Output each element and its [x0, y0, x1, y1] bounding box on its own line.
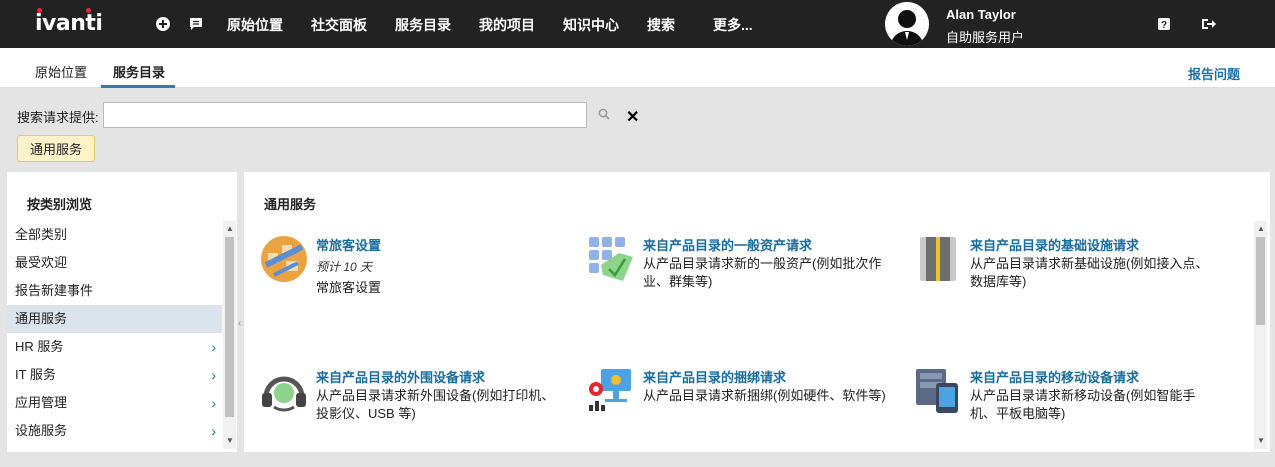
help-icon[interactable]: ? — [1154, 14, 1174, 34]
chevron-right-icon: › — [211, 395, 216, 411]
scroll-up-arrow[interactable]: ▲ — [1257, 224, 1265, 233]
ivanti-logo[interactable]: ivanti — [35, 8, 103, 36]
service-description: 从产品目录请求新外围设备(例如打印机、投影仪、USB 等) — [316, 388, 555, 421]
mobile-devices-icon — [914, 367, 964, 417]
service-description: 从产品目录请求新基础设施(例如接入点、数据库等) — [970, 256, 1209, 289]
services-panel: 通用服务 常旅客设置 预计 10 天 常旅客设置 来自产品目录的一般资产请求 从… — [244, 172, 1270, 452]
nav-search[interactable]: 搜索 — [647, 15, 675, 35]
category-all[interactable]: 全部类别 — [7, 221, 222, 249]
service-title[interactable]: 常旅客设置 — [316, 235, 381, 254]
main-scroll-thumb[interactable] — [1256, 237, 1265, 325]
service-card-general-asset-request[interactable]: 来自产品目录的一般资产请求 从产品目录请求新的一般资产(例如批次作业、群集等) — [587, 235, 907, 335]
tab-bar: 原始位置 服务目录 报告问题 — [0, 48, 1275, 88]
category-sidebar: 按类别浏览 全部类别 最受欢迎 报告新建事件 通用服务 HR 服务 › IT 服务… — [7, 172, 237, 452]
sidebar-scrollbar[interactable]: ▲ ▼ — [223, 221, 236, 449]
service-card-mobile-device-request[interactable]: 来自产品目录的移动设备请求 从产品目录请求新移动设备(例如智能手机、平板电脑等) — [914, 367, 1234, 467]
clear-search-icon[interactable]: ✕ — [626, 107, 639, 127]
category-it-services[interactable]: IT 服务 › — [7, 361, 222, 389]
service-title[interactable]: 来自产品目录的一般资产请求 — [643, 235, 812, 254]
service-card-frequent-traveler[interactable]: 常旅客设置 预计 10 天 常旅客设置 — [260, 235, 580, 335]
chevron-right-icon: › — [211, 367, 216, 383]
headset-icon — [260, 367, 310, 417]
bundle-monitor-icon — [587, 367, 637, 417]
category-label: 最受欢迎 — [15, 255, 68, 270]
service-description: 从产品目录请求新捆绑(例如硬件、软件等) — [643, 388, 886, 403]
scroll-down-arrow[interactable]: ▼ — [226, 436, 234, 445]
tab-home[interactable]: 原始位置 — [35, 62, 87, 81]
service-title[interactable]: 来自产品目录的移动设备请求 — [970, 367, 1139, 386]
service-card-peripheral-request[interactable]: 来自产品目录的外围设备请求 从产品目录请求新外围设备(例如打印机、投影仪、USB… — [260, 367, 580, 467]
service-card-bundle-request[interactable]: 来自产品目录的捆绑请求 从产品目录请求新捆绑(例如硬件、软件等) — [587, 367, 907, 467]
search-input[interactable] — [103, 102, 587, 128]
category-label: 设施服务 — [15, 423, 68, 438]
filter-chip-general-services[interactable]: 通用服务 — [17, 135, 95, 162]
globe-icon — [260, 235, 310, 285]
scroll-down-arrow[interactable]: ▼ — [1257, 436, 1265, 445]
service-description: 从产品目录请求新移动设备(例如智能手机、平板电脑等) — [970, 388, 1196, 421]
nav-my-items[interactable]: 我的项目 — [479, 15, 535, 35]
road-icon — [914, 235, 964, 285]
category-label: IT 服务 — [15, 367, 56, 382]
service-description: 常旅客设置 — [316, 280, 382, 295]
asset-grid-icon — [587, 235, 637, 285]
logo-text: ivanti — [35, 11, 103, 36]
nav-social-board[interactable]: 社交面板 — [311, 15, 367, 35]
category-label: 通用服务 — [15, 311, 68, 326]
category-general-services[interactable]: 通用服务 — [7, 305, 222, 333]
search-label: 搜索请求提供: — [17, 110, 99, 125]
sidebar-title: 按类别浏览 — [27, 197, 93, 212]
category-app-management[interactable]: 应用管理 › — [7, 389, 222, 417]
logout-icon[interactable] — [1199, 14, 1219, 34]
user-name: Alan Taylor — [946, 7, 1016, 22]
nav-service-catalog[interactable]: 服务目录 — [395, 15, 451, 35]
nav-knowledge-center[interactable]: 知识中心 — [563, 15, 619, 35]
nav-home[interactable]: 原始位置 — [227, 15, 283, 35]
service-title[interactable]: 来自产品目录的外围设备请求 — [316, 367, 485, 386]
category-report-incident[interactable]: 报告新建事件 — [7, 277, 222, 305]
service-title[interactable]: 来自产品目录的基础设施请求 — [970, 235, 1139, 254]
category-label: 应用管理 — [15, 395, 68, 410]
chevron-right-icon: › — [211, 423, 216, 439]
top-navigation-bar: ivanti 原始位置 社交面板 服务目录 我的项目 知识中心 搜索 更多...… — [0, 0, 1275, 48]
service-card-infrastructure-request[interactable]: 来自产品目录的基础设施请求 从产品目录请求新基础设施(例如接入点、数据库等) — [914, 235, 1234, 335]
tab-service-catalog[interactable]: 服务目录 — [113, 62, 165, 81]
search-icon[interactable] — [598, 108, 610, 123]
service-description: 从产品目录请求新的一般资产(例如批次作业、群集等) — [643, 256, 882, 289]
category-most-popular[interactable]: 最受欢迎 — [7, 249, 222, 277]
main-scrollbar[interactable]: ▲ ▼ — [1254, 221, 1267, 449]
sidebar-scroll-thumb[interactable] — [225, 237, 234, 417]
svg-text:?: ? — [1161, 20, 1167, 31]
user-avatar[interactable] — [885, 2, 929, 46]
collapse-sidebar-handle[interactable]: ‹ — [238, 318, 241, 329]
user-role: 自助服务用户 — [946, 30, 1025, 45]
category-label: 报告新建事件 — [15, 283, 94, 298]
service-estimate: 预计 10 天 — [316, 260, 373, 274]
chevron-right-icon: › — [211, 339, 216, 355]
add-icon[interactable] — [153, 14, 173, 34]
chat-icon[interactable] — [186, 14, 206, 34]
nav-more[interactable]: 更多... — [713, 15, 753, 35]
report-issue-link[interactable]: 报告问题 — [1188, 64, 1240, 83]
scroll-up-arrow[interactable]: ▲ — [226, 224, 234, 233]
active-tab-indicator — [101, 85, 175, 88]
section-title: 通用服务 — [264, 197, 317, 212]
category-label: 全部类别 — [15, 227, 68, 242]
category-label: HR 服务 — [15, 339, 64, 354]
category-hr-services[interactable]: HR 服务 › — [7, 333, 222, 361]
category-facility-services[interactable]: 设施服务 › — [7, 417, 222, 445]
service-title[interactable]: 来自产品目录的捆绑请求 — [643, 367, 786, 386]
